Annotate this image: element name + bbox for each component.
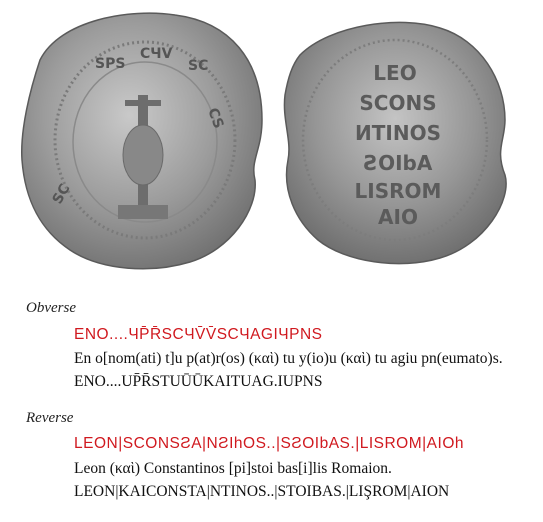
svg-text:AIO: AIO xyxy=(378,205,418,229)
reverse-seal-image: LEO SCONS ИTINOS ƧOIbA LISROM AIO xyxy=(283,21,507,265)
reverse-transcription: LEON|KAICONSTA|NTINOS..|STOIBAS.|LIŞROM|… xyxy=(74,483,450,500)
svg-text:SC: SC xyxy=(188,58,208,74)
obverse-seal-image: SPS CЧV SC SC CS xyxy=(20,12,263,270)
svg-text:ИTINOS: ИTINOS xyxy=(355,121,441,145)
svg-text:SCONS: SCONS xyxy=(359,91,436,115)
obverse-label: Obverse xyxy=(26,300,76,316)
svg-text:LEO: LEO xyxy=(373,61,416,85)
reverse-label: Reverse xyxy=(26,410,74,426)
obverse-expansion: En o[nom(ati) t]u p(at)r(os) (καὶ) tu y(… xyxy=(74,350,503,367)
svg-text:CЧV: CЧV xyxy=(140,46,173,62)
svg-text:LISROM: LISROM xyxy=(355,179,442,203)
obverse-transcription: ENO....UP̄R̄STUŪŪKAITUAG.IUPNS xyxy=(74,373,323,390)
svg-text:SPS: SPS xyxy=(95,56,125,72)
reverse-expansion: Leon (καὶ) Constantinos [pi]stoi bas[i]l… xyxy=(74,460,392,477)
reverse-inscription-red: LEON|SCONSƧA|NƧIhOS..|SƧOIbAS.|LISROM|AI… xyxy=(74,435,464,452)
svg-text:ƧOIbA: ƧOIbA xyxy=(364,151,433,175)
obverse-inscription-red: ENO....ЧP̄R̄SCЧV̄V̄SCЧAGIЧPNS xyxy=(74,326,323,343)
seal-photograph: SPS CЧV SC SC CS LEO SCONS ИTINOS ƧOIbA … xyxy=(20,12,507,270)
